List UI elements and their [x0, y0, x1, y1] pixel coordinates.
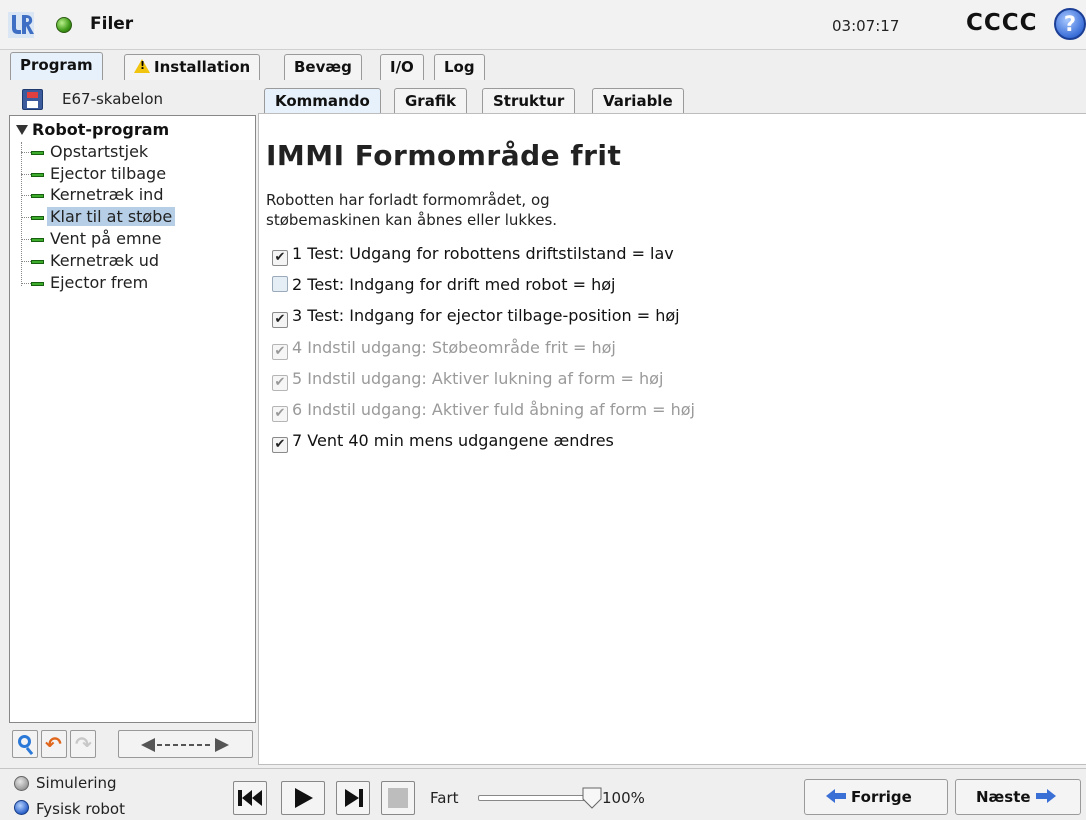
sub-tabs: Kommando Grafik Struktur Variable — [260, 86, 1086, 114]
question-icon: ? — [1063, 12, 1077, 36]
node-status-icon — [31, 150, 44, 155]
files-status-icon[interactable] — [56, 17, 72, 33]
program-header: E67-skabelon — [10, 84, 256, 114]
node-status-icon — [31, 193, 44, 198]
tree-item[interactable]: Ejector frem — [21, 272, 151, 294]
check-item-disabled: ✔ 6 Indstil udgang: Aktiver fuld åbning a… — [272, 399, 695, 422]
skip-back-icon — [238, 790, 262, 806]
step-button[interactable] — [336, 781, 370, 815]
main-tabs: Program Installation Bevæg I/O Log — [0, 52, 1086, 80]
program-name: E67-skabelon — [62, 90, 164, 108]
stop-icon — [388, 788, 408, 808]
check-item[interactable]: ✔ 7 Vent 40 min mens udgangene ændres — [272, 430, 614, 453]
help-button[interactable]: ? — [1054, 8, 1086, 40]
node-status-icon — [31, 172, 44, 177]
tree-item[interactable]: Ejector tilbage — [21, 163, 169, 185]
tree-item[interactable]: Kernetræk ud — [21, 250, 162, 272]
node-description: Robotten har forladt formområdet, og stø… — [266, 191, 558, 229]
tab-bevaeg[interactable]: Bevæg — [284, 54, 362, 80]
node-status-icon — [31, 281, 44, 286]
check-item[interactable]: 2 Test: Indgang for drift med robot = hø… — [272, 274, 615, 296]
command-panel: IMMI Formområde frit Robotten har forlad… — [258, 113, 1086, 765]
speed-slider-thumb[interactable] — [582, 787, 602, 809]
check-item[interactable]: ✔ 3 Test: Indgang for ejector tilbage-pos… — [272, 305, 680, 328]
tree-item[interactable]: Opstartstjek — [21, 141, 151, 163]
checkbox[interactable] — [272, 276, 288, 292]
tree-item-selected[interactable]: Klar til at støbe — [21, 206, 176, 228]
tree-root[interactable]: Robot-program — [16, 120, 169, 139]
warning-icon — [134, 59, 150, 73]
tab-io[interactable]: I/O — [380, 54, 424, 80]
top-bar: Filer 03:07:17 CCCC ? — [0, 0, 1086, 50]
robot-name: CCCC — [966, 10, 1038, 36]
node-title: IMMI Formområde frit — [266, 139, 622, 172]
tab-log[interactable]: Log — [434, 54, 485, 80]
undo-button[interactable]: ↶ — [41, 730, 67, 758]
skip-forward-icon — [345, 789, 363, 807]
tab-grafik[interactable]: Grafik — [394, 88, 467, 114]
node-status-icon — [31, 215, 44, 220]
node-status-icon — [31, 237, 44, 242]
node-status-icon — [31, 259, 44, 264]
ur-logo-icon — [8, 12, 34, 38]
tree-toolbar: ↶ ↷ — [10, 727, 255, 761]
tab-struktur[interactable]: Struktur — [482, 88, 576, 114]
speed-value: 100% — [602, 789, 645, 807]
checkbox[interactable]: ✔ — [272, 250, 288, 266]
redo-icon: ↷ — [75, 732, 92, 756]
tree-item[interactable]: Kernetræk ind — [21, 184, 166, 206]
move-node-button[interactable] — [118, 730, 253, 758]
check-item[interactable]: ✔ 1 Test: Udgang for robottens driftstils… — [272, 243, 674, 266]
speed-label: Fart — [430, 789, 459, 807]
real-robot-radio[interactable] — [14, 800, 29, 815]
expand-triangle-icon[interactable] — [16, 125, 28, 135]
save-icon[interactable] — [22, 89, 43, 110]
program-tree: Robot-program Opstartstjek Ejector tilba… — [9, 115, 256, 723]
clock: 03:07:17 — [832, 17, 900, 35]
status-bar: Simulering Fysisk robot Fart 100% Forrig… — [0, 768, 1086, 820]
tab-program[interactable]: Program — [10, 52, 103, 80]
checkbox[interactable]: ✔ — [272, 312, 288, 328]
search-button[interactable] — [12, 730, 38, 758]
speed-slider[interactable] — [478, 795, 588, 801]
checkbox: ✔ — [272, 406, 288, 422]
check-item-disabled: ✔ 5 Indstil udgang: Aktiver lukning af fo… — [272, 368, 663, 391]
simulation-radio[interactable] — [14, 776, 29, 791]
redo-button[interactable]: ↷ — [70, 730, 96, 758]
checkbox[interactable]: ✔ — [272, 437, 288, 453]
stop-button[interactable] — [381, 781, 415, 815]
play-button[interactable] — [281, 781, 325, 815]
previous-button[interactable]: Forrige — [804, 779, 948, 815]
arrow-left-icon — [826, 789, 846, 803]
checkbox: ✔ — [272, 375, 288, 391]
tree-item[interactable]: Vent på emne — [21, 228, 165, 250]
play-icon — [295, 788, 313, 808]
checkbox: ✔ — [272, 344, 288, 360]
arrow-right-icon — [1035, 789, 1056, 803]
check-item-disabled: ✔ 4 Indstil udgang: Støbeområde frit = hø… — [272, 337, 616, 360]
move-arrows-icon — [141, 738, 229, 752]
search-icon — [18, 735, 31, 748]
next-button[interactable]: Næste — [955, 779, 1081, 815]
tab-installation[interactable]: Installation — [124, 54, 261, 80]
real-robot-label[interactable]: Fysisk robot — [36, 800, 125, 818]
rewind-button[interactable] — [233, 781, 267, 815]
files-menu[interactable]: Filer — [90, 14, 133, 34]
simulation-label[interactable]: Simulering — [36, 774, 117, 792]
undo-icon: ↶ — [45, 732, 62, 756]
tab-kommando[interactable]: Kommando — [264, 88, 381, 114]
tab-variable[interactable]: Variable — [592, 88, 684, 114]
